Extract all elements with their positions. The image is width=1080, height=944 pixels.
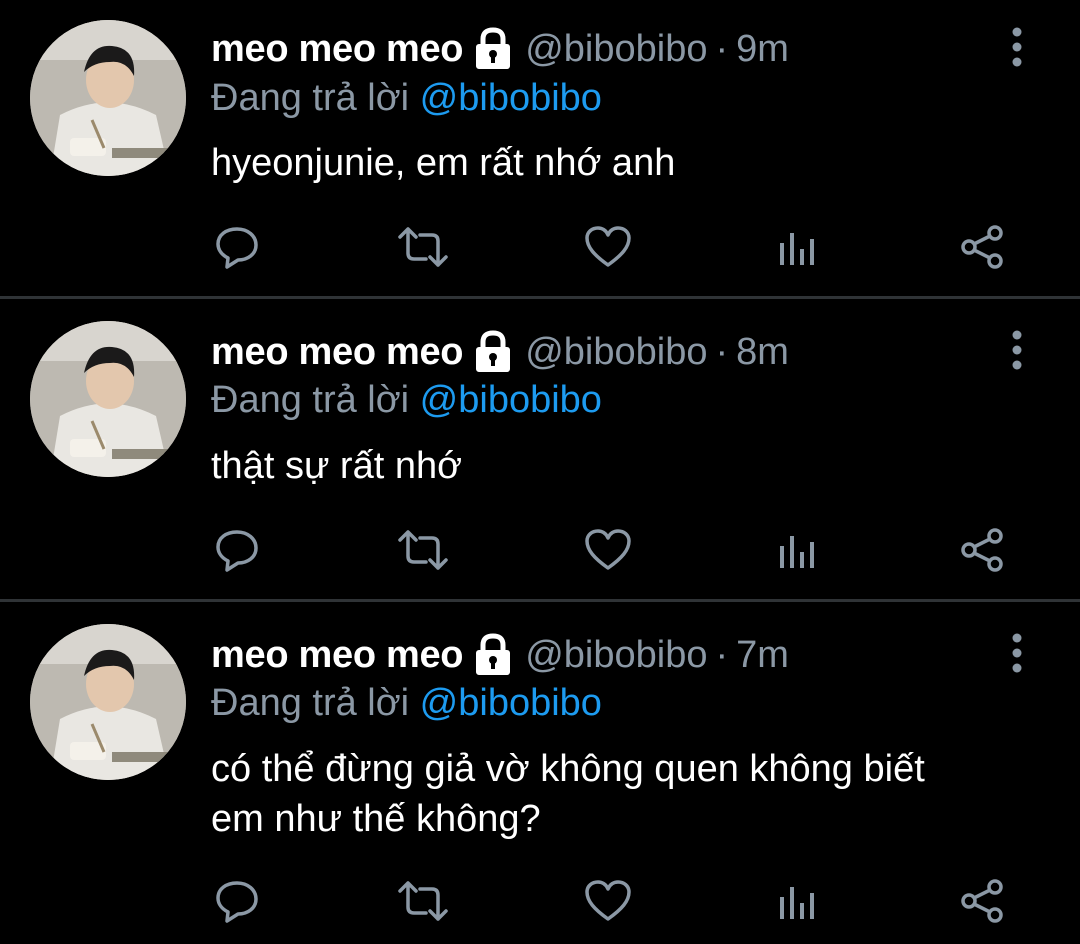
- tweet-text-line: có thể đừng giả vờ không quen không biết: [211, 748, 925, 790]
- replying-to: Đang trả lời @bibobibo: [211, 377, 602, 423]
- share-button[interactable]: [957, 222, 1007, 272]
- timestamp[interactable]: 7m: [736, 634, 789, 677]
- more-vertical-icon[interactable]: [1004, 329, 1030, 373]
- share-button[interactable]: [957, 876, 1007, 926]
- tweet-header: meo meo meo @bibobibo · 7m: [211, 630, 789, 680]
- analytics-button[interactable]: [771, 222, 821, 272]
- tweet-header: meo meo meo @bibobibo · 8m: [211, 327, 789, 377]
- reply-mention[interactable]: @bibobibo: [420, 77, 602, 119]
- handle[interactable]: @bibobibo: [525, 634, 707, 677]
- avatar[interactable]: [30, 321, 186, 477]
- display-name[interactable]: meo meo meo: [211, 28, 464, 71]
- retweet-button[interactable]: [398, 876, 448, 926]
- avatar-image: [30, 321, 186, 477]
- retweet-icon: [398, 227, 448, 267]
- retweet-button[interactable]: [398, 525, 448, 575]
- retweet-button[interactable]: [398, 222, 448, 272]
- reply-button[interactable]: [212, 222, 262, 272]
- lock-icon: [473, 633, 513, 677]
- display-name[interactable]: meo meo meo: [211, 331, 464, 374]
- reply-mention[interactable]: @bibobibo: [420, 682, 602, 724]
- avatar-image: [30, 20, 186, 176]
- analytics-icon: [780, 536, 814, 568]
- tweet[interactable]: meo meo meo @bibobibo · 7m Đang trả lời …: [0, 602, 1080, 944]
- heart-icon: [585, 529, 631, 570]
- separator: ·: [715, 330, 729, 373]
- tweet[interactable]: meo meo meo @bibobibo · 8m Đang trả lời …: [0, 299, 1080, 599]
- lock-icon: [473, 27, 513, 71]
- tweet-text: thật sự rất nhớ: [211, 445, 463, 487]
- tweet-actions: [0, 525, 1080, 575]
- reply-icon: [216, 881, 258, 923]
- reply-prefix: Đang trả lời: [211, 379, 410, 421]
- like-button[interactable]: [583, 525, 633, 575]
- like-button[interactable]: [583, 876, 633, 926]
- replying-to: Đang trả lời @bibobibo: [211, 680, 602, 726]
- share-icon: [961, 879, 1003, 923]
- like-button[interactable]: [583, 222, 633, 272]
- heart-icon: [585, 226, 631, 267]
- reply-prefix: Đang trả lời: [211, 77, 410, 119]
- handle[interactable]: @bibobibo: [525, 28, 707, 71]
- avatar[interactable]: [30, 20, 186, 176]
- more-vertical-icon[interactable]: [1004, 632, 1030, 676]
- tweet-header: meo meo meo @bibobibo · 9m: [211, 24, 789, 74]
- reply-mention[interactable]: @bibobibo: [420, 379, 602, 421]
- tweet[interactable]: meo meo meo @bibobibo · 9m Đang trả lời …: [0, 0, 1080, 296]
- share-icon: [961, 225, 1003, 269]
- timestamp[interactable]: 9m: [736, 28, 789, 71]
- display-name[interactable]: meo meo meo: [211, 634, 464, 677]
- analytics-button[interactable]: [771, 876, 821, 926]
- share-icon: [961, 528, 1003, 572]
- separator: ·: [715, 633, 729, 676]
- more-vertical-icon[interactable]: [1004, 26, 1030, 70]
- avatar-image: [30, 624, 186, 780]
- analytics-icon: [780, 233, 814, 265]
- analytics-button[interactable]: [771, 525, 821, 575]
- reply-icon: [216, 227, 258, 269]
- share-button[interactable]: [957, 525, 1007, 575]
- reply-button[interactable]: [212, 876, 262, 926]
- heart-icon: [585, 880, 631, 921]
- reply-prefix: Đang trả lời: [211, 682, 410, 724]
- timestamp[interactable]: 8m: [736, 331, 789, 374]
- tweet-text: hyeonjunie, em rất nhớ anh: [211, 142, 676, 184]
- lock-icon: [473, 330, 513, 374]
- avatar[interactable]: [30, 624, 186, 780]
- separator: ·: [715, 27, 729, 70]
- handle[interactable]: @bibobibo: [525, 331, 707, 374]
- tweet-text-line: em như thế không?: [211, 798, 541, 840]
- tweet-actions: [0, 222, 1080, 272]
- reply-icon: [216, 530, 258, 572]
- retweet-icon: [398, 530, 448, 570]
- retweet-icon: [398, 881, 448, 921]
- analytics-icon: [780, 887, 814, 919]
- tweet-actions: [0, 876, 1080, 926]
- reply-button[interactable]: [212, 525, 262, 575]
- replying-to: Đang trả lời @bibobibo: [211, 75, 602, 121]
- tweet-text: có thể đừng giả vờ không quen không biết…: [211, 744, 1031, 844]
